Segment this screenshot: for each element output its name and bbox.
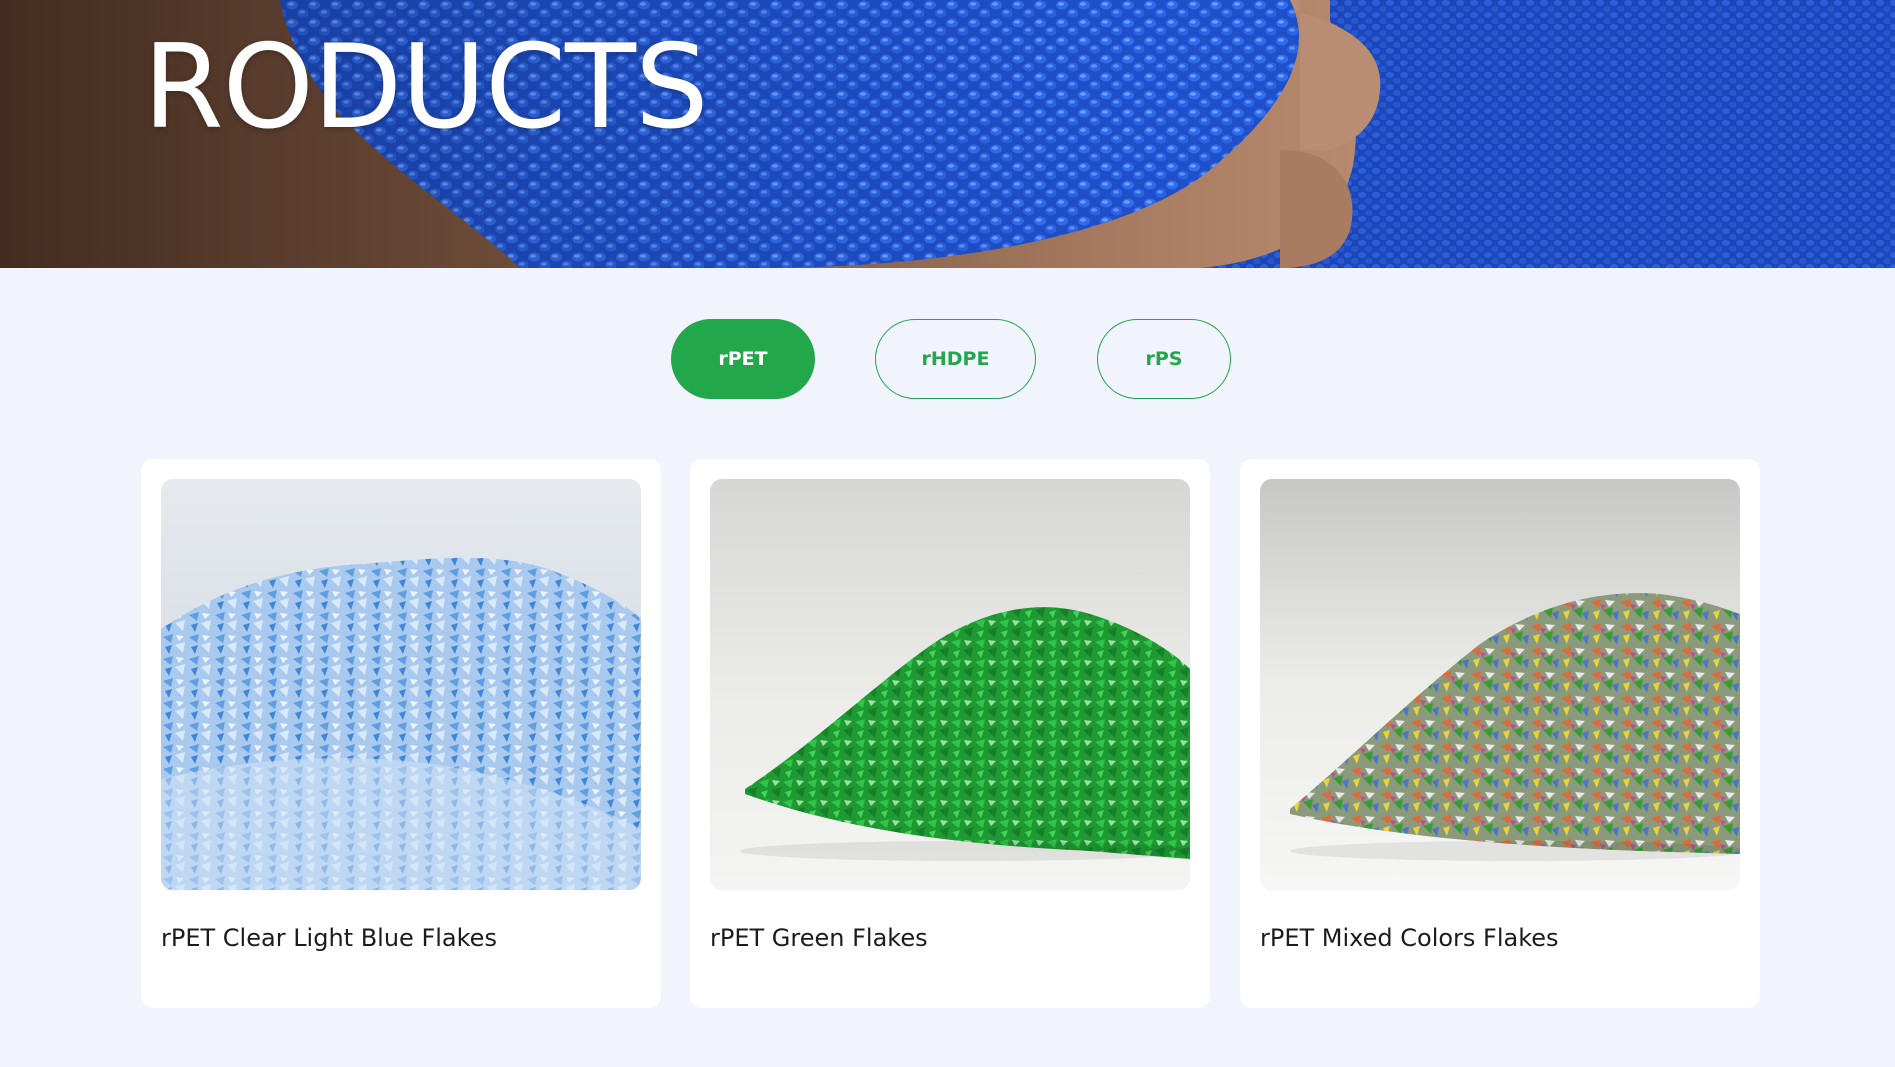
tab-rhdpe[interactable]: rHDPE <box>875 319 1036 399</box>
tab-rpet[interactable]: rPET <box>671 319 815 399</box>
product-card[interactable]: rPET Green Flakes <box>690 459 1210 1008</box>
product-image-mixed-color-flakes[interactable] <box>1260 479 1740 890</box>
page-title: RODUCTS <box>143 20 709 155</box>
category-tabs: rPET rHDPE rPS <box>0 319 1895 399</box>
tab-rps[interactable]: rPS <box>1097 319 1231 399</box>
product-image-green-flakes[interactable] <box>710 479 1190 890</box>
hero-banner: RODUCTS <box>0 0 1895 268</box>
product-title[interactable]: rPET Mixed Colors Flakes <box>1260 924 1559 952</box>
product-image-light-blue-flakes[interactable] <box>161 479 641 890</box>
product-title[interactable]: rPET Clear Light Blue Flakes <box>161 924 497 952</box>
product-card[interactable]: rPET Clear Light Blue Flakes <box>141 459 661 1008</box>
product-card[interactable]: rPET Mixed Colors Flakes <box>1240 459 1760 1008</box>
product-title[interactable]: rPET Green Flakes <box>710 924 928 952</box>
